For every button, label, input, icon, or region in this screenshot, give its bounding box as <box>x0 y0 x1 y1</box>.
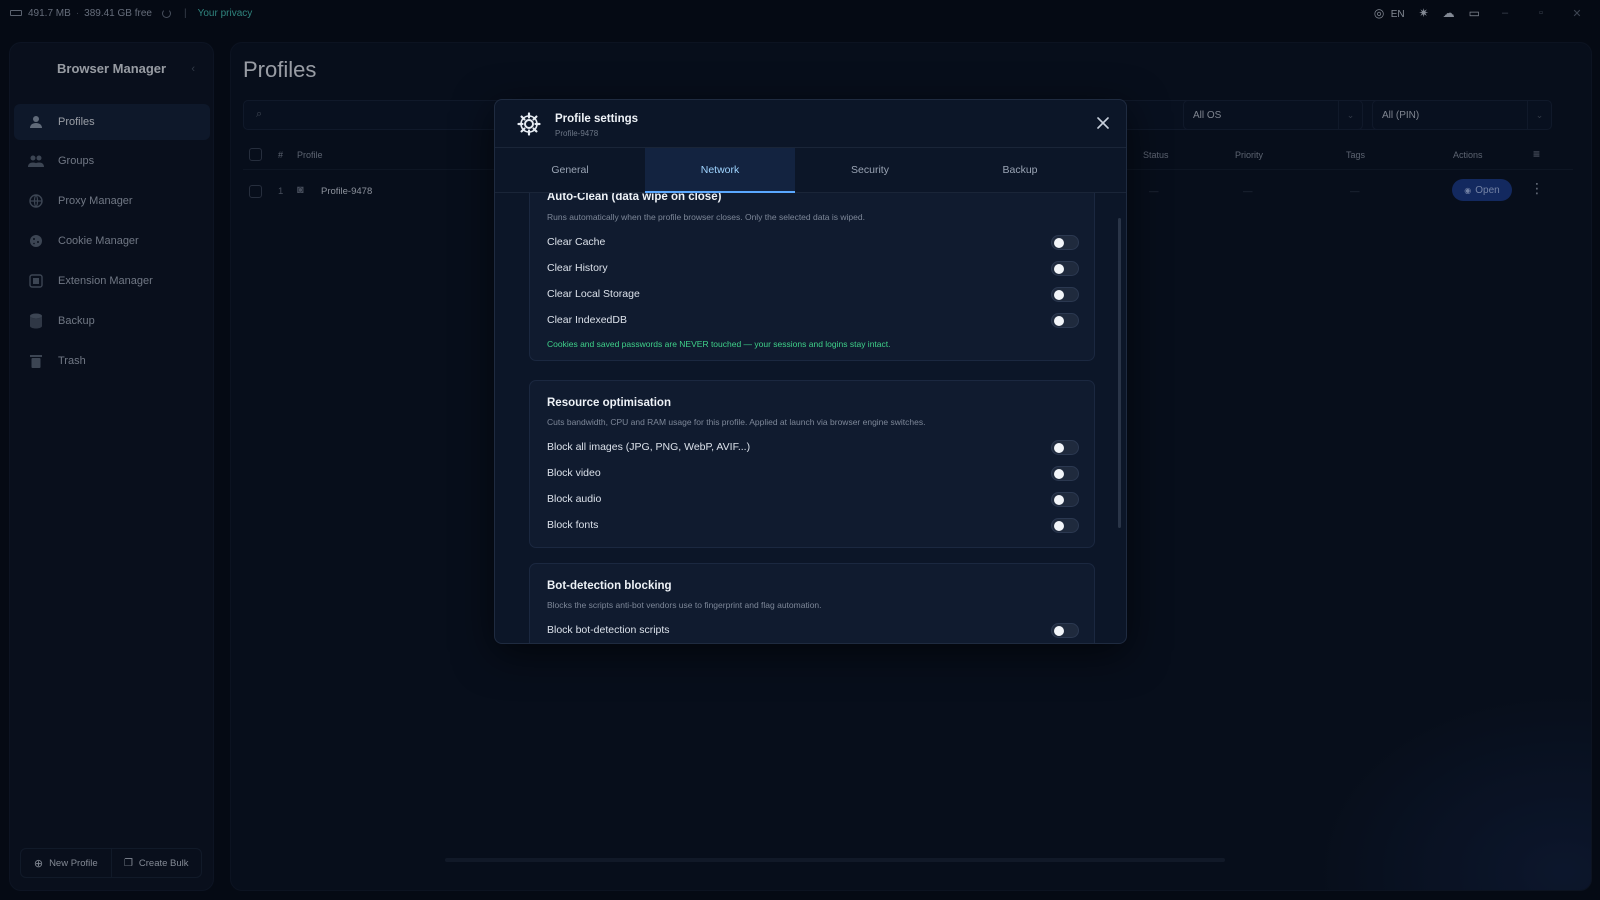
clear-indexeddb-toggle[interactable] <box>1051 313 1079 328</box>
bot-detection-title: Bot-detection blocking <box>547 580 672 592</box>
dialog-tabs: General Network Security Backup <box>495 148 1126 193</box>
block-images-toggle[interactable] <box>1051 440 1079 455</box>
option-block-fonts: Block fonts <box>547 517 1079 535</box>
resource-title: Resource optimisation <box>547 397 671 409</box>
tab-network[interactable]: Network <box>645 148 795 193</box>
option-label: Block audio <box>547 493 602 505</box>
resource-card: Resource optimisation Cuts bandwidth, CP… <box>529 380 1095 548</box>
option-clear-indexeddb: Clear IndexedDB <box>547 312 1079 330</box>
gear-icon <box>517 112 541 136</box>
dialog-subtitle: Profile-9478 <box>555 129 599 138</box>
dialog-title: Profile settings <box>555 113 639 125</box>
option-clear-local-storage: Clear Local Storage <box>547 286 1079 304</box>
block-audio-toggle[interactable] <box>1051 492 1079 507</box>
option-block-bot-scripts: Block bot-detection scripts <box>547 622 1079 640</box>
autoclean-desc: Runs automatically when the profile brow… <box>547 212 865 222</box>
profile-settings-dialog: Profile settings Profile-9478 General Ne… <box>494 99 1127 644</box>
cookies-note: Cookies and saved passwords are NEVER to… <box>547 339 891 349</box>
clear-local-storage-toggle[interactable] <box>1051 287 1079 302</box>
dialog-body[interactable]: Auto-Clean (data wipe on close) Runs aut… <box>495 193 1126 643</box>
tab-general[interactable]: General <box>495 148 645 192</box>
autoclean-card: Auto-Clean (data wipe on close) Runs aut… <box>529 193 1095 361</box>
tab-security[interactable]: Security <box>795 148 945 192</box>
tab-backup[interactable]: Backup <box>945 148 1095 192</box>
dialog-header: Profile settings Profile-9478 <box>495 100 1126 148</box>
block-fonts-toggle[interactable] <box>1051 518 1079 533</box>
option-clear-cache: Clear Cache <box>547 234 1079 252</box>
option-block-video: Block video <box>547 465 1079 483</box>
option-label: Block fonts <box>547 519 599 531</box>
option-clear-history: Clear History <box>547 260 1079 278</box>
option-block-images: Block all images (JPG, PNG, WebP, AVIF..… <box>547 439 1079 457</box>
option-label: Clear Cache <box>547 236 606 248</box>
close-icon[interactable] <box>1094 114 1112 132</box>
option-label: Clear History <box>547 262 608 274</box>
clear-cache-toggle[interactable] <box>1051 235 1079 250</box>
clear-history-toggle[interactable] <box>1051 261 1079 276</box>
option-label: Clear Local Storage <box>547 288 640 300</box>
option-block-audio: Block audio <box>547 491 1079 509</box>
bot-detection-card: Bot-detection blocking Blocks the script… <box>529 563 1095 643</box>
resource-desc: Cuts bandwidth, CPU and RAM usage for th… <box>547 417 926 427</box>
bot-detection-desc: Blocks the scripts anti-bot vendors use … <box>547 600 822 610</box>
block-video-toggle[interactable] <box>1051 466 1079 481</box>
autoclean-title: Auto-Clean (data wipe on close) <box>547 193 722 203</box>
block-bot-scripts-toggle[interactable] <box>1051 623 1079 638</box>
dialog-scrollbar[interactable] <box>1118 218 1121 528</box>
option-label: Block all images (JPG, PNG, WebP, AVIF..… <box>547 441 751 453</box>
option-label: Block video <box>547 467 601 479</box>
option-label: Clear IndexedDB <box>547 314 627 326</box>
option-label: Block bot-detection scripts <box>547 624 670 636</box>
